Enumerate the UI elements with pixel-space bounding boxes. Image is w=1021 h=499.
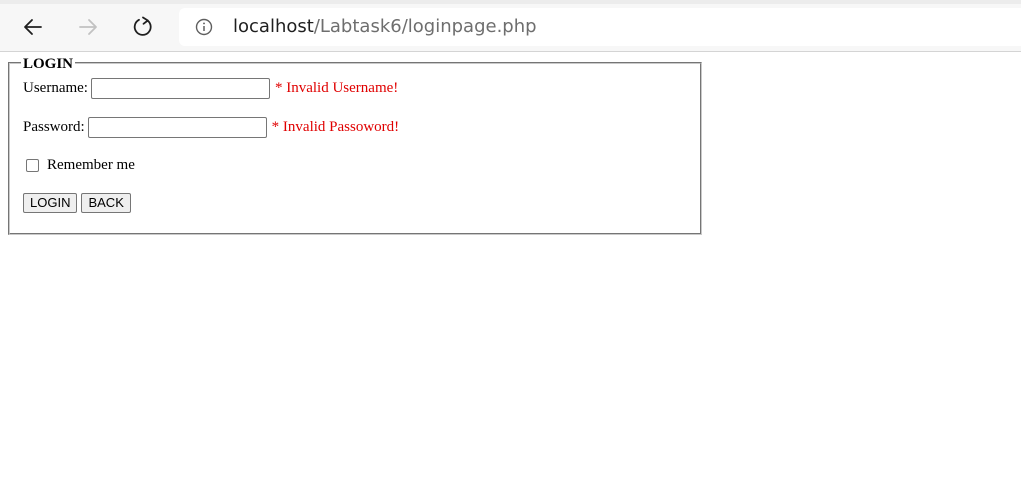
- password-row: Password: * Invalid Passoword!: [23, 117, 399, 138]
- forward-arrow-icon: [79, 19, 97, 35]
- login-legend: LOGIN: [21, 55, 76, 73]
- password-input[interactable]: [87, 117, 267, 138]
- url-text[interactable]: localhost/Labtask6/loginpage.php: [233, 15, 537, 39]
- url-host: localhost: [233, 16, 314, 37]
- remember-checkbox[interactable]: [26, 159, 39, 172]
- tab-strip-edge: [0, 0, 1021, 4]
- info-icon[interactable]: [195, 18, 213, 36]
- page-content: LOGIN Username: * Invalid Username! Pass…: [0, 53, 1021, 499]
- password-label: Password:: [23, 119, 85, 135]
- login-fieldset: LOGIN Username: * Invalid Username! Pass…: [8, 55, 702, 235]
- password-error: * Invalid Passoword!: [271, 119, 400, 135]
- username-label: Username:: [23, 80, 88, 96]
- reload-icon: [133, 16, 152, 36]
- remember-label[interactable]: Remember me: [47, 157, 135, 174]
- url-path: /Labtask6/loginpage.php: [313, 16, 537, 37]
- login-button[interactable]: LOGIN: [23, 193, 78, 213]
- address-bar[interactable]: localhost/Labtask6/loginpage.php: [179, 8, 1021, 46]
- username-input[interactable]: [90, 78, 270, 99]
- back-nav-button[interactable]: BACK: [81, 193, 131, 213]
- browser-toolbar: localhost/Labtask6/loginpage.php: [0, 0, 1021, 52]
- back-button[interactable]: [18, 12, 48, 42]
- remember-row: Remember me: [26, 157, 135, 174]
- forward-button[interactable]: [73, 12, 103, 42]
- username-row: Username: * Invalid Username!: [23, 78, 398, 99]
- button-row: LOGIN BACK: [23, 193, 135, 213]
- back-arrow-icon: [24, 19, 42, 35]
- username-error: * Invalid Username!: [274, 80, 399, 96]
- reload-button[interactable]: [128, 12, 158, 42]
